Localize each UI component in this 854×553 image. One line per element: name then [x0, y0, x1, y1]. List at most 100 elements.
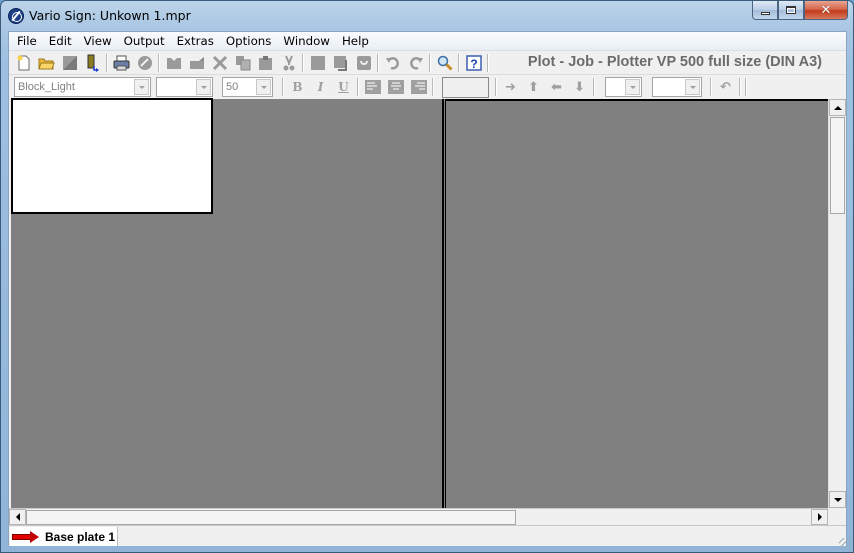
delete-button[interactable]	[208, 53, 231, 73]
arrow-left-button[interactable]: ⬅	[545, 80, 568, 95]
resize-grip[interactable]	[839, 538, 851, 550]
frame-shadow-button[interactable]	[329, 53, 352, 73]
menu-bar: File Edit View Output Extras Options Win…	[9, 32, 846, 51]
horizontal-scrollbar[interactable]	[9, 508, 828, 525]
align-right-icon	[410, 80, 427, 94]
print-icon	[113, 55, 130, 71]
paste-button[interactable]	[254, 53, 277, 73]
size-select[interactable]: 50	[222, 77, 273, 97]
rotate-button[interactable]	[352, 53, 375, 73]
save-button[interactable]	[58, 53, 81, 73]
open-button[interactable]	[35, 53, 58, 73]
undo-button[interactable]	[381, 53, 404, 73]
scroll-left-button[interactable]	[9, 509, 26, 525]
font-select[interactable]: Block_Light	[14, 77, 151, 97]
help-button[interactable]: ?	[462, 53, 485, 73]
client-area: File Edit View Output Extras Options Win…	[8, 31, 847, 546]
app-window: Vario Sign: Unkown 1.mpr ✕ File Edit Vie…	[0, 0, 854, 553]
cut-button[interactable]	[277, 53, 300, 73]
open-folder-icon	[38, 58, 55, 70]
tab-base-plate-1[interactable]: Base plate 1	[10, 527, 118, 546]
menu-extras[interactable]: Extras	[171, 32, 220, 50]
paste-group-icon	[189, 57, 204, 69]
scroll-up-button[interactable]	[829, 99, 846, 116]
workspace-canvas[interactable]	[11, 98, 828, 508]
help-icon: ?	[465, 55, 482, 71]
app-logo-icon[interactable]	[8, 8, 24, 24]
maximize-icon	[786, 6, 796, 14]
plate-tab-bar: Base plate 1	[9, 525, 846, 546]
menu-help[interactable]: Help	[336, 32, 375, 50]
toolbar-separator	[282, 78, 284, 96]
italic-button[interactable]: I	[309, 80, 332, 94]
menu-options[interactable]: Options	[220, 32, 278, 50]
copy-button[interactable]	[231, 53, 254, 73]
align-center-button[interactable]	[384, 77, 407, 97]
align-left-button[interactable]	[361, 77, 384, 97]
toolbar-separator	[739, 78, 741, 96]
close-button[interactable]: ✕	[804, 1, 848, 20]
menu-edit[interactable]: Edit	[43, 32, 78, 50]
minimize-icon	[760, 11, 770, 15]
vertical-scroll-thumb[interactable]	[830, 117, 845, 214]
zoom-button[interactable]	[433, 53, 456, 73]
toolbar-separator	[593, 78, 595, 96]
horizontal-scroll-thumb[interactable]	[26, 510, 516, 525]
chevron-down-icon[interactable]	[685, 79, 700, 95]
save-icon	[62, 56, 77, 70]
chevron-down-icon[interactable]	[625, 79, 640, 95]
plot-area-divider	[442, 99, 446, 508]
toolbar-separator	[432, 78, 434, 96]
scroll-down-button[interactable]	[829, 491, 846, 508]
maximize-button[interactable]	[778, 1, 804, 20]
align-left-icon	[364, 80, 381, 94]
chevron-down-icon[interactable]	[196, 79, 211, 95]
chevron-down-icon[interactable]	[134, 79, 149, 95]
arrow-down-button[interactable]: ⬇	[568, 80, 591, 95]
arrow-up-button[interactable]: ⬆	[522, 80, 545, 95]
frame-icon	[310, 56, 325, 70]
delete-icon	[212, 55, 227, 71]
toolbar-separator	[710, 78, 712, 96]
import-button[interactable]	[81, 53, 104, 73]
base-plate-paper[interactable]	[11, 98, 213, 214]
zoom-icon	[437, 55, 453, 71]
toolbar-separator	[429, 54, 431, 72]
arrow-right-button[interactable]: ➜	[499, 80, 522, 95]
menu-file[interactable]: File	[11, 32, 43, 50]
option-select-2[interactable]	[652, 77, 702, 97]
menu-window[interactable]: Window	[277, 32, 336, 50]
cut-group-icon	[166, 58, 181, 69]
underline-button[interactable]: U	[332, 80, 355, 94]
ungroup-button[interactable]	[185, 53, 208, 73]
window-title: Vario Sign: Unkown 1.mpr	[29, 8, 191, 23]
arrow-right-icon	[817, 513, 822, 521]
style-select[interactable]	[156, 77, 213, 97]
print-button[interactable]	[110, 53, 133, 73]
rotate-text-button[interactable]: ↶	[714, 80, 737, 95]
arrow-up-icon	[833, 105, 842, 110]
bold-button[interactable]: B	[286, 80, 309, 94]
arrow-down-icon	[833, 497, 842, 502]
frame-shadow-icon	[333, 56, 347, 71]
redo-button[interactable]	[404, 53, 427, 73]
chevron-down-icon[interactable]	[256, 79, 271, 95]
frame-button[interactable]	[306, 53, 329, 73]
minimize-button[interactable]	[752, 1, 778, 20]
new-file-button[interactable]	[12, 53, 35, 73]
menu-output[interactable]: Output	[118, 32, 171, 50]
align-right-button[interactable]	[407, 77, 430, 97]
menu-view[interactable]: View	[78, 32, 118, 50]
title-bar[interactable]: Vario Sign: Unkown 1.mpr ✕	[1, 1, 853, 31]
vertical-scrollbar[interactable]	[828, 99, 846, 508]
arrow-left-icon	[15, 513, 20, 521]
toolbar-separator	[357, 78, 359, 96]
scroll-right-button[interactable]	[811, 509, 828, 525]
stop-button[interactable]	[133, 53, 156, 73]
option-select-1[interactable]	[605, 77, 642, 97]
format-toolbar: Block_Light 50 B I U ➜ ⬆ ⬅ ⬇ ↶	[9, 75, 846, 99]
value-field[interactable]	[442, 77, 489, 98]
group-button[interactable]	[162, 53, 185, 73]
window-controls: ✕	[752, 1, 848, 21]
toolbar-separator	[495, 78, 497, 96]
